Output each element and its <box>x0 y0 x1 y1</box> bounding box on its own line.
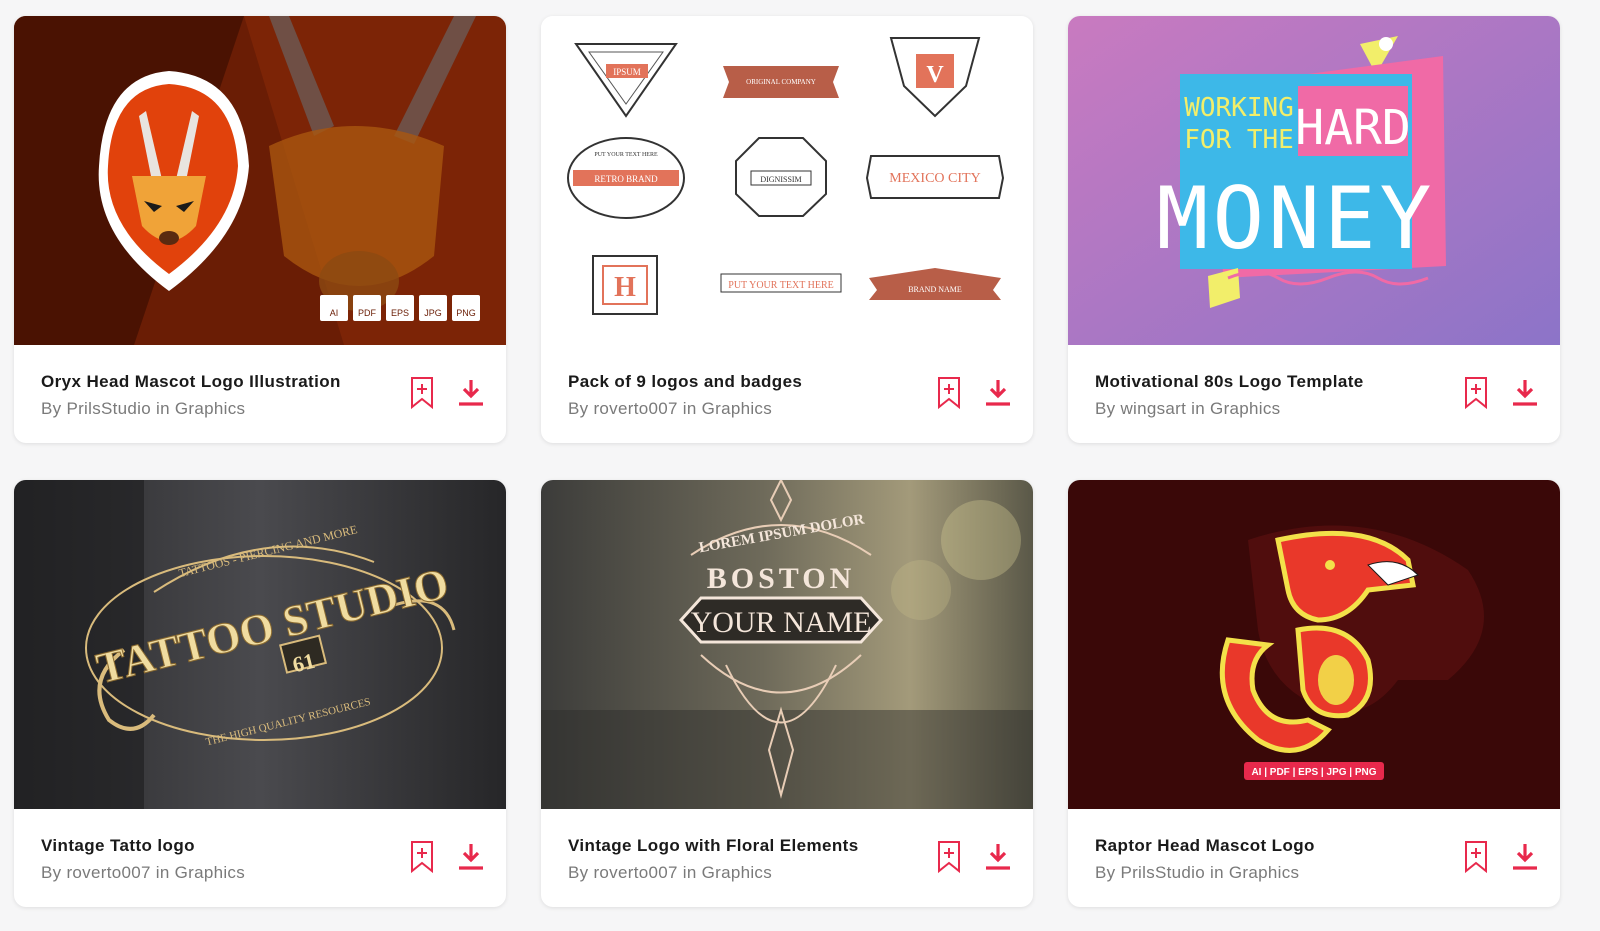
result-card[interactable]: LOREM IPSUM DOLOR BOSTON YOUR NAME Vinta… <box>541 480 1033 907</box>
card-meta: Pack of 9 logos and badges By roverto007… <box>541 345 1033 443</box>
file-formats-label: AI | PDF | EPS | JPG | PNG <box>1251 767 1376 778</box>
results-grid: AI PDF EPS JPG PNG Oryx Head Mascot Logo… <box>0 0 1600 931</box>
card-thumbnail[interactable]: LOREM IPSUM DOLOR BOSTON YOUR NAME <box>541 480 1033 809</box>
card-title[interactable]: Oryx Head Mascot Logo Illustration <box>41 372 341 392</box>
boston-floral-image: LOREM IPSUM DOLOR BOSTON YOUR NAME <box>541 480 1033 809</box>
card-byline[interactable]: By PrilsStudio in Graphics <box>41 399 245 419</box>
card-thumbnail[interactable]: AI PDF EPS JPG PNG <box>14 16 506 345</box>
badge-text: BRAND NAME <box>908 285 962 294</box>
format-jpg-label: JPG <box>424 308 442 318</box>
download-icon[interactable] <box>1511 842 1539 872</box>
tattoo-studio-image: TATTOOS - PIERCING AND MORE TATTOO STUDI… <box>14 480 506 809</box>
card-byline[interactable]: By roverto007 in Graphics <box>568 863 772 883</box>
oryx-mascot-image: AI PDF EPS JPG PNG <box>14 16 506 345</box>
card-title[interactable]: Vintage Logo with Floral Elements <box>568 836 859 856</box>
bookmark-add-icon[interactable] <box>409 376 435 410</box>
card-title[interactable]: Vintage Tatto logo <box>41 836 195 856</box>
card-meta: Oryx Head Mascot Logo Illustration By Pr… <box>14 345 506 443</box>
card-meta: Raptor Head Mascot Logo By PrilsStudio i… <box>1068 809 1560 907</box>
badge-text: DIGNISSIM <box>760 175 801 184</box>
download-icon[interactable] <box>984 842 1012 872</box>
card-thumbnail[interactable]: TATTOOS - PIERCING AND MORE TATTOO STUDI… <box>14 480 506 809</box>
format-png-label: PNG <box>456 308 476 318</box>
card-byline[interactable]: By roverto007 in Graphics <box>568 399 772 419</box>
art-text: WORKING <box>1184 93 1294 123</box>
raptor-mascot-image: AI | PDF | EPS | JPG | PNG <box>1068 480 1560 809</box>
result-card[interactable]: TATTOOS - PIERCING AND MORE TATTOO STUDI… <box>14 480 506 907</box>
card-byline[interactable]: By roverto007 in Graphics <box>41 863 245 883</box>
badge-text: PUT YOUR TEXT HERE <box>594 152 658 158</box>
card-byline[interactable]: By wingsart in Graphics <box>1095 399 1280 419</box>
card-thumbnail[interactable]: AI | PDF | EPS | JPG | PNG <box>1068 480 1560 809</box>
result-card[interactable]: AI PDF EPS JPG PNG Oryx Head Mascot Logo… <box>14 16 506 443</box>
file-format-icons: AI PDF EPS JPG PNG <box>320 295 480 321</box>
format-ai-label: AI <box>330 308 339 318</box>
badge-text: MEXICO CITY <box>889 171 980 186</box>
badge-text: IPSUM <box>613 67 641 77</box>
card-meta: Vintage Logo with Floral Elements By rov… <box>541 809 1033 907</box>
badge-text: PUT YOUR TEXT HERE <box>728 280 833 291</box>
art-text: BOSTON <box>707 562 856 595</box>
art-text: FOR THE <box>1184 125 1294 155</box>
badge-text: V <box>926 62 944 88</box>
card-byline[interactable]: By PrilsStudio in Graphics <box>1095 863 1299 883</box>
bookmark-add-icon[interactable] <box>936 840 962 874</box>
card-thumbnail[interactable]: WORKING FOR THE HARD MONEY <box>1068 16 1560 345</box>
bookmark-add-icon[interactable] <box>1463 376 1489 410</box>
result-card[interactable]: WORKING FOR THE HARD MONEY Motivational … <box>1068 16 1560 443</box>
card-title[interactable]: Pack of 9 logos and badges <box>568 372 802 392</box>
result-card[interactable]: IPSUM ORIGINAL COMPANY V RETRO BRAND PUT… <box>541 16 1033 443</box>
download-icon[interactable] <box>1511 378 1539 408</box>
bookmark-add-icon[interactable] <box>409 840 435 874</box>
card-thumbnail[interactable]: IPSUM ORIGINAL COMPANY V RETRO BRAND PUT… <box>541 16 1033 345</box>
download-icon[interactable] <box>984 378 1012 408</box>
badge-text: ORIGINAL COMPANY <box>746 78 816 86</box>
badge-text: RETRO BRAND <box>594 174 658 184</box>
retro-80s-image: WORKING FOR THE HARD MONEY <box>1068 16 1560 345</box>
art-text: MONEY <box>1157 169 1436 269</box>
format-pdf-label: PDF <box>358 308 377 318</box>
card-title[interactable]: Motivational 80s Logo Template <box>1095 372 1364 392</box>
download-icon[interactable] <box>457 842 485 872</box>
bookmark-add-icon[interactable] <box>936 376 962 410</box>
vintage-badges-image: IPSUM ORIGINAL COMPANY V RETRO BRAND PUT… <box>541 16 1033 345</box>
download-icon[interactable] <box>457 378 485 408</box>
badge-text: H <box>614 272 636 303</box>
bookmark-add-icon[interactable] <box>1463 840 1489 874</box>
card-meta: Vintage Tatto logo By roverto007 in Grap… <box>14 809 506 907</box>
card-title[interactable]: Raptor Head Mascot Logo <box>1095 836 1315 856</box>
art-text: YOUR NAME <box>691 606 872 639</box>
format-eps-label: EPS <box>391 308 409 318</box>
result-card[interactable]: AI | PDF | EPS | JPG | PNG Raptor Head M… <box>1068 480 1560 907</box>
art-text: HARD <box>1295 100 1411 156</box>
card-meta: Motivational 80s Logo Template By wingsa… <box>1068 345 1560 443</box>
